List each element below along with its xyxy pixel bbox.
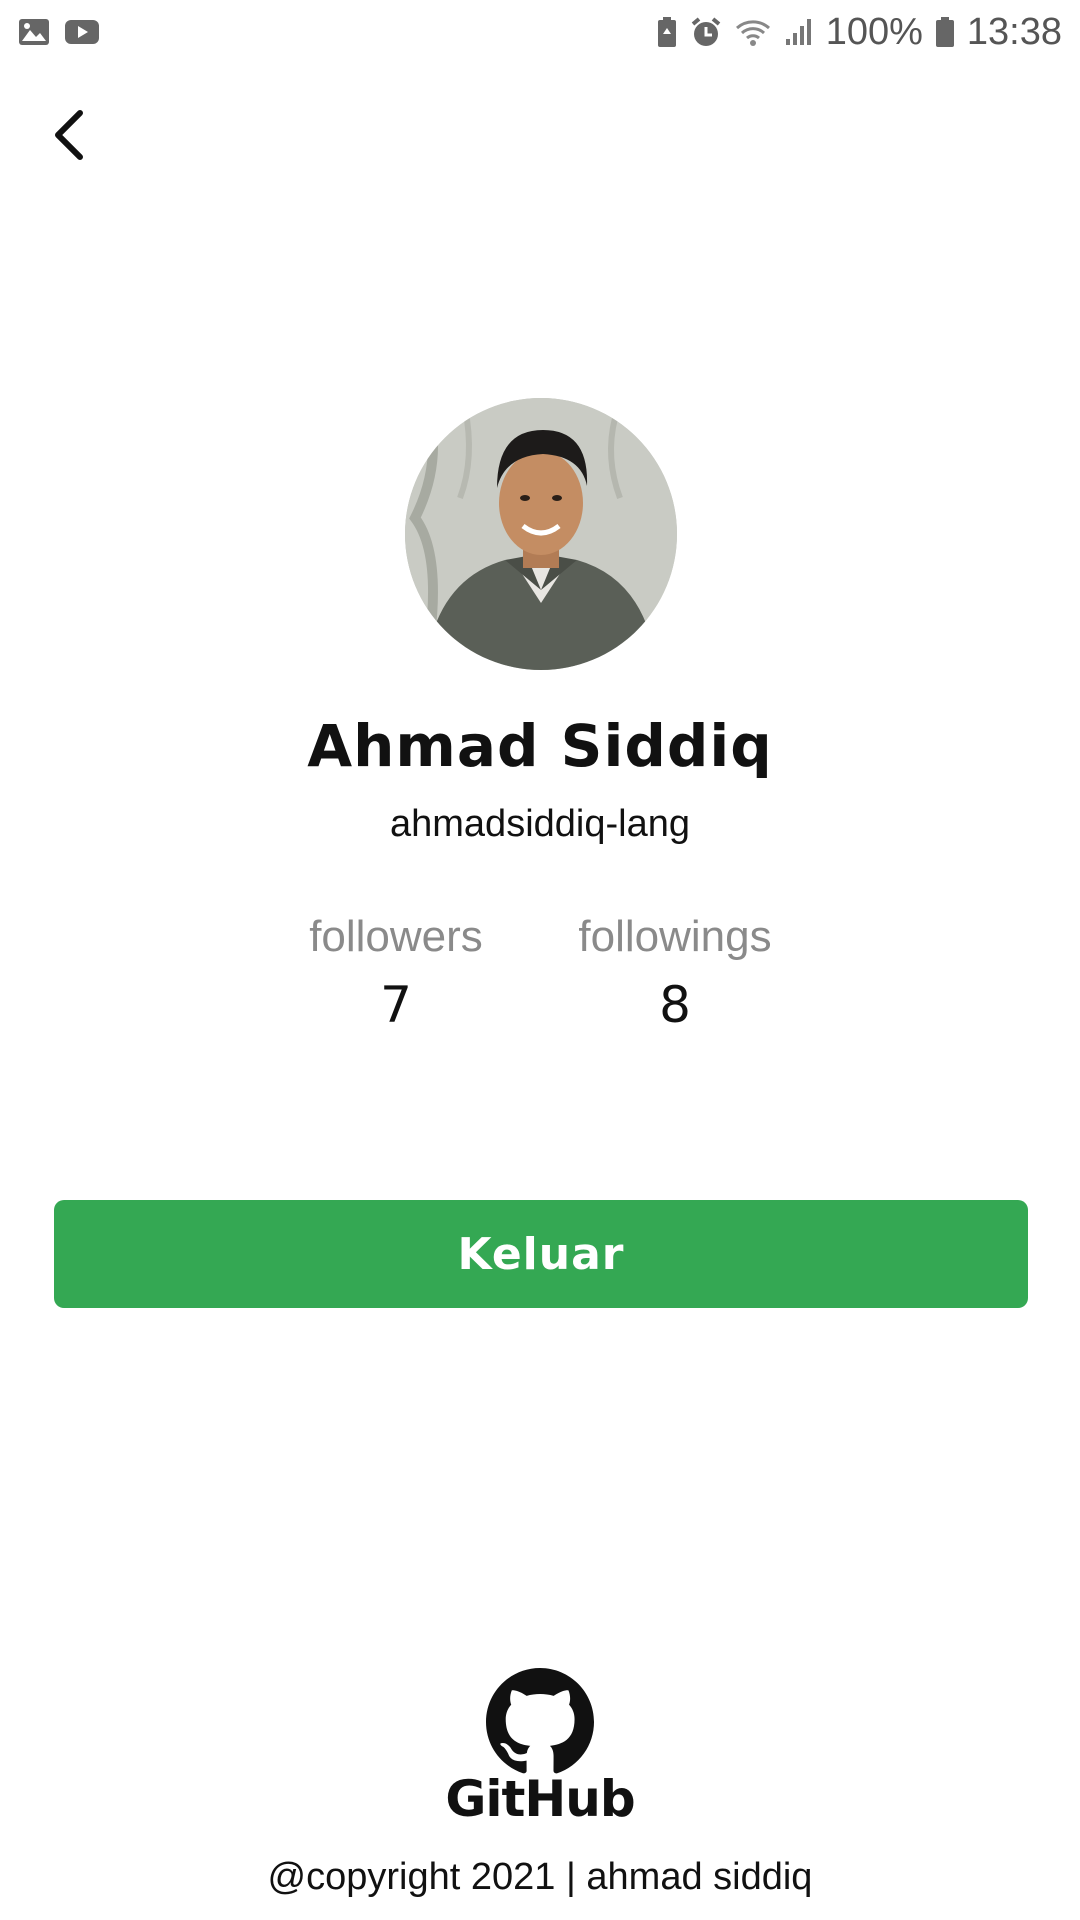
footer-copyright: @copyright 2021 | ahmad siddiq — [267, 1856, 813, 1898]
signal-icon — [784, 17, 814, 47]
github-wordmark: GitHub — [445, 1770, 635, 1828]
battery-saver-icon — [656, 16, 678, 48]
github-mark-icon — [486, 1668, 594, 1774]
profile-stats: followers 7 followings 8 — [0, 912, 1080, 1034]
profile-photo — [405, 398, 677, 670]
followings-count: 8 — [659, 976, 691, 1034]
avatar — [405, 398, 677, 670]
gallery-icon — [18, 18, 50, 46]
status-bar-left — [18, 18, 100, 46]
followers-count: 7 — [380, 976, 412, 1034]
followers-label: followers — [309, 912, 483, 961]
youtube-icon — [64, 18, 100, 46]
chevron-left-icon — [55, 110, 83, 160]
battery-percent: 100% — [825, 10, 923, 53]
profile-screen: 100% 13:38 Ahmad Siddiq ahmadsiddiq-lang… — [0, 0, 1080, 1920]
followers-stat[interactable]: followers 7 — [266, 912, 526, 1034]
battery-icon — [935, 16, 955, 48]
wifi-icon — [734, 16, 772, 48]
back-button[interactable] — [40, 100, 96, 170]
followings-label: followings — [578, 912, 772, 961]
logout-button[interactable]: Keluar — [54, 1200, 1028, 1308]
followings-stat[interactable]: followings 8 — [545, 912, 805, 1034]
status-bar-right: 100% 13:38 — [656, 11, 1062, 54]
profile-name: Ahmad Siddiq — [307, 712, 773, 780]
alarm-icon — [690, 16, 722, 48]
profile-username: ahmadsiddiq-lang — [390, 803, 690, 845]
clock: 13:38 — [966, 10, 1062, 53]
status-bar: 100% 13:38 — [0, 0, 1080, 64]
